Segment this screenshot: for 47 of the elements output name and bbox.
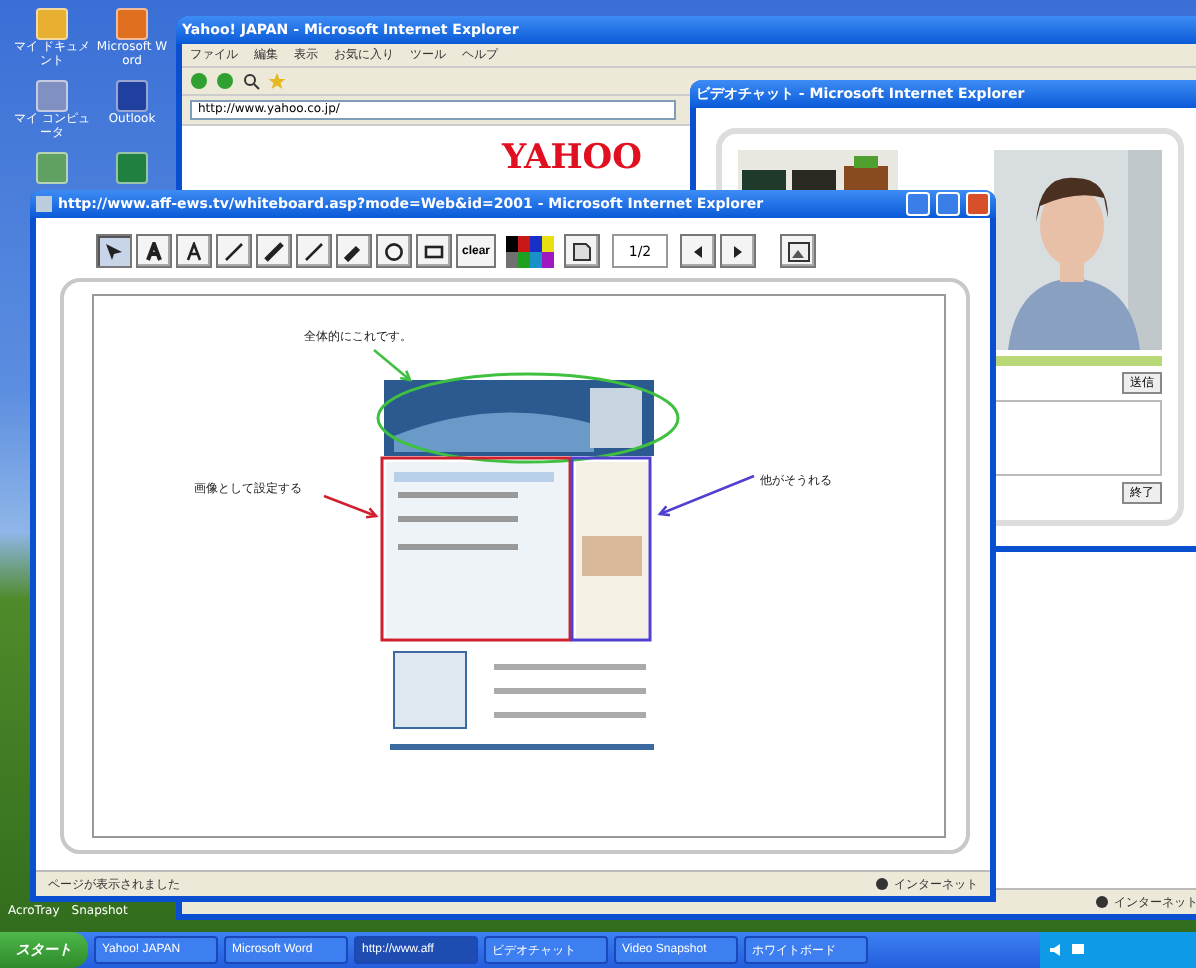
pointer-icon — [104, 241, 124, 261]
image-button[interactable] — [780, 234, 817, 268]
tool-button[interactable] — [296, 234, 332, 268]
tool-button[interactable] — [216, 234, 252, 268]
arrow — [373, 349, 413, 382]
caret-left-icon — [690, 243, 707, 259]
page-button[interactable] — [564, 234, 601, 268]
close-button[interactable] — [966, 192, 990, 216]
text-tool-icon — [184, 241, 204, 261]
rectangle-icon — [424, 241, 444, 261]
tool-button[interactable] — [176, 234, 212, 268]
maximize-button[interactable] — [936, 192, 960, 216]
pen-icon — [344, 241, 364, 261]
line-icon — [304, 241, 324, 261]
color-swatch[interactable] — [530, 235, 543, 251]
next-button[interactable] — [720, 234, 757, 268]
desktop-icon[interactable] — [116, 80, 148, 113]
spreadsheet-icon[interactable] — [116, 152, 148, 185]
arrow — [323, 494, 379, 519]
tool-button[interactable] — [256, 234, 292, 268]
search-icon[interactable] — [242, 72, 260, 90]
previous-button[interactable] — [680, 234, 717, 268]
logo-text: YAHOO — [502, 138, 642, 178]
speaker-icon[interactable] — [1048, 942, 1064, 958]
tool-button[interactable] — [376, 234, 412, 268]
line-icon — [224, 241, 244, 261]
image-icon — [787, 241, 810, 261]
network-icon[interactable] — [1070, 942, 1086, 958]
circle-icon — [384, 241, 404, 261]
line-icon — [264, 241, 284, 261]
text-tool-icon — [144, 241, 164, 261]
back-icon[interactable] — [190, 72, 208, 90]
tool-button[interactable] — [416, 234, 452, 268]
tool-button[interactable] — [136, 234, 172, 268]
minimize-button[interactable] — [906, 192, 930, 216]
desktop-icon[interactable] — [36, 80, 68, 113]
tool-button[interactable] — [96, 234, 132, 268]
arrow — [657, 474, 755, 517]
color-swatch[interactable] — [518, 235, 531, 251]
color-swatch[interactable] — [506, 235, 519, 251]
color-swatch[interactable] — [542, 235, 555, 251]
tool-button[interactable] — [336, 234, 372, 268]
star-icon[interactable] — [268, 72, 286, 90]
page-icon — [572, 240, 593, 262]
forward-icon[interactable] — [216, 72, 234, 90]
browser-icon — [36, 196, 52, 212]
caret-right-icon — [730, 243, 747, 259]
